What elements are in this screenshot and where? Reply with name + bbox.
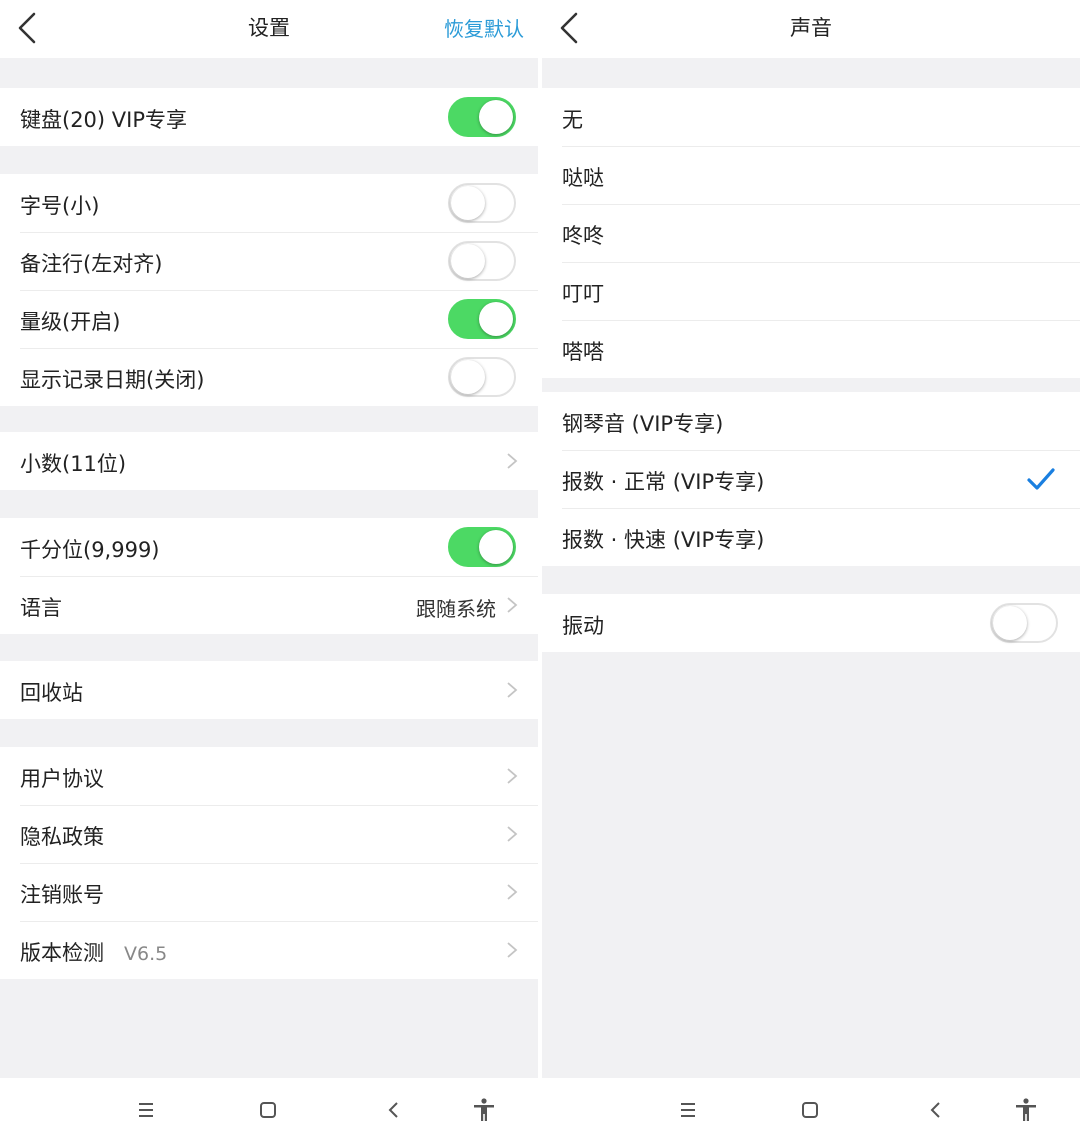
sound-option-label: 无	[562, 108, 583, 132]
thousands-toggle[interactable]	[448, 527, 516, 567]
chevron-right-icon	[507, 682, 518, 698]
checkmark-icon	[1027, 468, 1055, 490]
accessibility-icon[interactable]	[1012, 1096, 1040, 1124]
decimals-label: 小数(11位)	[20, 452, 127, 476]
sound-nav-bar: 声音	[542, 0, 1080, 58]
chevron-right-icon	[507, 453, 518, 469]
privacy-policy-label: 隐私政策	[20, 825, 104, 849]
vibration-toggle[interactable]	[990, 603, 1058, 643]
show-date-toggle[interactable]	[448, 357, 516, 397]
sound-option-label: 嗒嗒	[562, 340, 604, 364]
menu-icon[interactable]	[674, 1096, 702, 1124]
about-group: 用户协议 隐私政策 注销账号 版本检测 V6.5	[0, 747, 538, 979]
chevron-right-icon	[507, 884, 518, 900]
sound-vip-group: 钢琴音 (VIP专享) 报数 · 正常 (VIP专享) 报数 · 快速 (VIP…	[542, 392, 1080, 566]
sound-option-label: 钢琴音 (VIP专享)	[562, 412, 724, 436]
font-size-toggle[interactable]	[448, 183, 516, 223]
version-check-text: 版本检测	[20, 941, 104, 965]
sound-option-label: 叮叮	[562, 282, 604, 306]
magnitude-toggle[interactable]	[448, 299, 516, 339]
sound-option-row[interactable]: 叮叮	[542, 262, 1080, 320]
settings-screen: 设置 恢复默认 键盘(20) VIP专享 字号(小) 备注行(左对齐) 量级(开…	[0, 0, 538, 1142]
toggle-knob	[993, 606, 1027, 640]
language-row[interactable]: 语言 跟随系统	[0, 576, 538, 634]
user-agreement-label: 用户协议	[20, 767, 104, 791]
note-line-label: 备注行(左对齐)	[20, 252, 163, 276]
sound-option-row[interactable]: 哒哒	[542, 146, 1080, 204]
thousands-row: 千分位(9,999)	[0, 518, 538, 576]
recycle-bin-label: 回收站	[20, 681, 83, 705]
decimals-row[interactable]: 小数(11位)	[0, 432, 538, 490]
note-line-row: 备注行(左对齐)	[0, 232, 538, 290]
font-size-label: 字号(小)	[20, 194, 100, 218]
language-value: 跟随系统	[416, 597, 496, 621]
magnitude-label: 量级(开启)	[20, 310, 121, 334]
sound-option-row[interactable]: 钢琴音 (VIP专享)	[542, 392, 1080, 450]
system-nav-bar	[0, 1078, 538, 1142]
keyboard-label: 键盘(20) VIP专享	[20, 108, 188, 132]
keyboard-group: 键盘(20) VIP专享	[0, 88, 538, 146]
page-title: 声音	[790, 16, 832, 40]
keyboard-toggle[interactable]	[448, 97, 516, 137]
note-line-toggle[interactable]	[448, 241, 516, 281]
home-icon[interactable]	[796, 1096, 824, 1124]
vibration-row: 振动	[542, 594, 1080, 652]
toggle-knob	[451, 244, 485, 278]
chevron-right-icon	[507, 768, 518, 784]
recycle-group: 回收站	[0, 661, 538, 719]
format-group: 千分位(9,999) 语言 跟随系统	[0, 518, 538, 634]
toggle-knob	[479, 302, 513, 336]
delete-account-label: 注销账号	[20, 883, 104, 907]
keyboard-row: 键盘(20) VIP专享	[0, 88, 538, 146]
sound-basic-group: 无 哒哒 咚咚 叮叮 嗒嗒	[542, 88, 1080, 378]
version-check-row[interactable]: 版本检测 V6.5	[0, 921, 538, 979]
sound-option-row[interactable]: 报数 · 快速 (VIP专享)	[542, 508, 1080, 566]
chevron-right-icon	[507, 826, 518, 842]
toggle-knob	[479, 100, 513, 134]
decimals-group: 小数(11位)	[0, 432, 538, 490]
toggle-knob	[479, 530, 513, 564]
system-nav-bar	[542, 1078, 1080, 1142]
home-icon[interactable]	[254, 1096, 282, 1124]
show-date-row: 显示记录日期(关闭)	[0, 348, 538, 406]
user-agreement-row[interactable]: 用户协议	[0, 747, 538, 805]
chevron-right-icon	[507, 597, 518, 613]
back-icon[interactable]	[922, 1096, 950, 1124]
version-check-label: 版本检测 V6.5	[20, 937, 167, 967]
vibration-label: 振动	[562, 614, 604, 638]
menu-icon[interactable]	[132, 1096, 160, 1124]
delete-account-row[interactable]: 注销账号	[0, 863, 538, 921]
sound-option-row[interactable]: 报数 · 正常 (VIP专享)	[542, 450, 1080, 508]
restore-defaults-button[interactable]: 恢复默认	[444, 13, 524, 42]
accessibility-icon[interactable]	[470, 1096, 498, 1124]
sound-option-label: 哒哒	[562, 166, 604, 190]
sound-option-label: 报数 · 快速 (VIP专享)	[562, 528, 765, 552]
magnitude-row: 量级(开启)	[0, 290, 538, 348]
sound-option-row[interactable]: 咚咚	[542, 204, 1080, 262]
version-number: V6.5	[124, 943, 168, 965]
sound-option-row[interactable]: 无	[542, 88, 1080, 146]
toggle-knob	[451, 186, 485, 220]
settings-nav-bar: 设置 恢复默认	[0, 0, 538, 58]
vibration-group: 振动	[542, 594, 1080, 652]
thousands-label: 千分位(9,999)	[20, 538, 160, 562]
privacy-policy-row[interactable]: 隐私政策	[0, 805, 538, 863]
show-date-label: 显示记录日期(关闭)	[20, 368, 205, 392]
sound-option-row[interactable]: 嗒嗒	[542, 320, 1080, 378]
sound-option-label: 咚咚	[562, 224, 604, 248]
toggle-knob	[451, 360, 485, 394]
display-group: 字号(小) 备注行(左对齐) 量级(开启) 显示记录日期(关闭)	[0, 174, 538, 406]
font-size-row: 字号(小)	[0, 174, 538, 232]
recycle-bin-row[interactable]: 回收站	[0, 661, 538, 719]
back-icon[interactable]	[380, 1096, 408, 1124]
language-label: 语言	[20, 596, 62, 620]
sound-option-label: 报数 · 正常 (VIP专享)	[562, 470, 765, 494]
sound-screen: 声音 无 哒哒 咚咚 叮叮 嗒嗒 钢琴音 (VIP专享) 报数 · 正常 (VI…	[542, 0, 1080, 1142]
chevron-right-icon	[507, 942, 518, 958]
